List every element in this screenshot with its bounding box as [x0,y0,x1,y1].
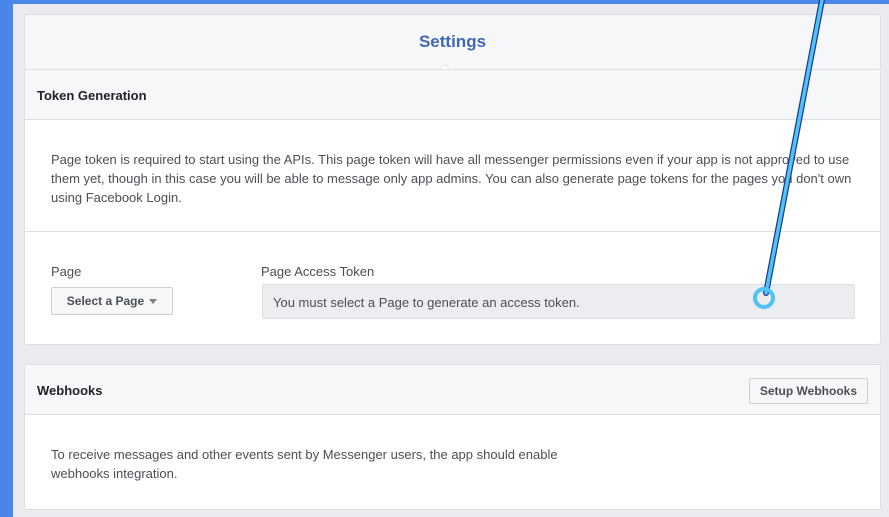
page-title: Settings [418,32,487,51]
settings-header: Settings [24,14,881,71]
setup-webhooks-button[interactable]: Setup Webhooks [748,378,868,404]
select-page-label: Select a Page [66,294,145,308]
chevron-down-icon [149,298,158,304]
page-access-token-label: Page Access Token [261,264,375,279]
webhooks-title: Webhooks [37,383,103,398]
page-access-token-field[interactable]: You must select a Page to generate an ac… [262,284,855,319]
token-generation-panel: Token Generation Page token is required … [24,69,881,345]
page-label: Page [51,264,82,279]
token-generation-title: Token Generation [37,88,147,103]
top-accent-bar [0,0,889,4]
webhooks-description: To receive messages and other events sen… [51,447,558,481]
webhooks-panel: Webhooks Setup Webhooks To receive messa… [24,364,881,510]
webhooks-header: Webhooks Setup Webhooks [25,365,880,415]
token-generation-description: Page token is required to start using th… [51,152,852,205]
divider [25,231,880,232]
select-page-dropdown[interactable]: Select a Page [51,287,173,315]
token-generation-header: Token Generation [25,70,880,120]
left-accent-bar [0,0,13,517]
